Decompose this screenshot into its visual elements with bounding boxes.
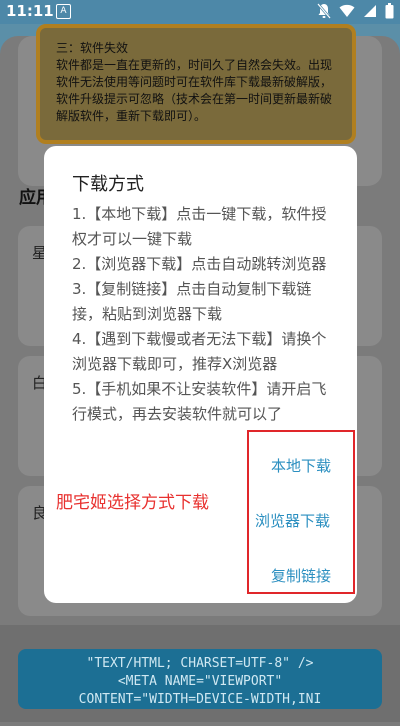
battery-icon <box>385 3 394 19</box>
local-download-button[interactable]: 本地下载 <box>271 455 331 476</box>
copy-link-button[interactable]: 复制链接 <box>271 565 331 586</box>
notifications-off-icon <box>317 3 331 19</box>
code-line: "TEXT/HTML; CHARSET=UTF-8" /> <box>86 656 314 671</box>
dialog-line: 1.【本地下载】点击一键下载，软件授权才可以一键下载 <box>72 205 327 248</box>
browser-download-button[interactable]: 浏览器下载 <box>255 510 330 531</box>
code-line: CONTENT="WIDTH=DEVICE-WIDTH,INI <box>78 692 322 707</box>
notice-text: 软件都是一直在更新的，时间久了自然会失效。出现软件无法使用等问题时可在软件库下载… <box>56 58 333 123</box>
app-notification-icon: A <box>56 4 71 19</box>
dialog-line: 2.【浏览器下载】点击自动跳转浏览器 <box>72 255 327 273</box>
dialog-line: 5.【手机如果不让安装软件】请开启飞行模式，再去安装软件就可以了 <box>72 380 327 423</box>
notice-heading: 三：软件失效 <box>56 41 129 55</box>
dialog-title: 下载方式 <box>72 174 144 195</box>
dialog-line: 4.【遇到下载慢或者无法下载】请换个浏览器下载即可，推荐X浏览器 <box>72 330 327 373</box>
code-banner[interactable]: "TEXT/HTML; CHARSET=UTF-8" /> <META NAME… <box>18 649 382 709</box>
signal-icon <box>363 4 377 18</box>
annotation-text: 肥宅姬选择方式下载 <box>56 493 209 513</box>
code-line: <META NAME="VIEWPORT" <box>117 674 283 689</box>
wifi-icon <box>339 4 355 18</box>
status-bar: 11:11 A <box>0 0 400 24</box>
dialog-body: 1.【本地下载】点击一键下载，软件授权才可以一键下载 2.【浏览器下载】点击自动… <box>72 202 334 442</box>
status-time: 11:11 <box>6 2 54 20</box>
dialog-line: 3.【复制链接】点击自动复制下载链接，粘贴到浏览器下载 <box>72 280 312 323</box>
notice-box: 三：软件失效 软件都是一直在更新的，时间久了自然会失效。出现软件无法使用等问题时… <box>36 24 356 144</box>
